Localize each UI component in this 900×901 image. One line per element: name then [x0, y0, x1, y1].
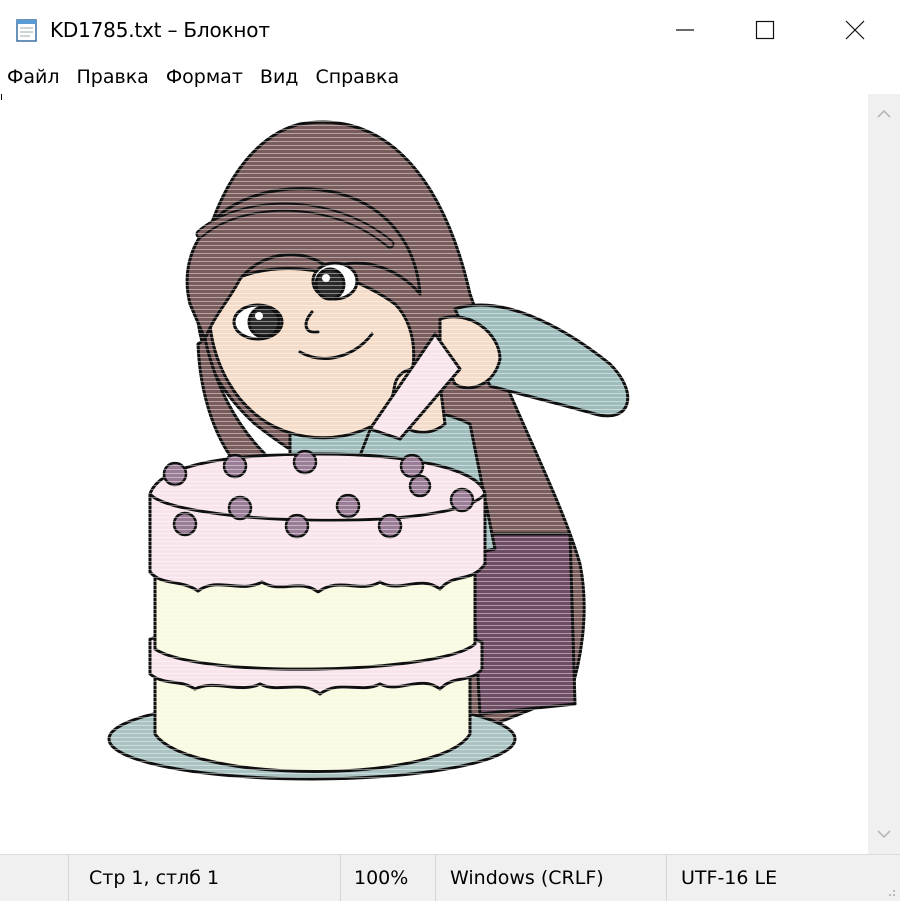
status-separator — [340, 855, 341, 901]
notepad-icon — [16, 19, 37, 42]
cursor-position: Стр 1, стлб 1 — [89, 867, 220, 889]
status-separator — [435, 855, 436, 901]
encoding: UTF-16 LE — [681, 867, 778, 889]
menu-edit[interactable]: Правка — [68, 61, 157, 93]
scroll-down-button[interactable] — [868, 814, 900, 854]
resize-grip-icon[interactable] — [882, 883, 896, 897]
status-separator — [68, 855, 69, 901]
close-icon — [845, 20, 865, 40]
menu-file[interactable]: Файл — [0, 61, 68, 93]
text-editor-area[interactable] — [0, 94, 868, 854]
window-title: KD1785.txt – Блокнот — [50, 18, 270, 42]
menu-help[interactable]: Справка — [306, 61, 407, 93]
chevron-down-icon — [877, 830, 891, 839]
title-bar[interactable]: KD1785.txt – Блокнот — [0, 0, 900, 60]
chevron-up-icon — [877, 109, 891, 118]
menu-bar: Файл Правка Формат Вид Справка — [0, 60, 900, 94]
maximize-button[interactable] — [720, 0, 810, 60]
status-separator — [666, 855, 667, 901]
minimize-icon — [676, 29, 694, 31]
cake-girl-illustration — [100, 114, 660, 814]
menu-view[interactable]: Вид — [251, 61, 307, 93]
status-bar: Стр 1, стлб 1 100% Windows (CRLF) UTF-16… — [0, 854, 900, 901]
menu-format[interactable]: Формат — [157, 61, 251, 93]
notepad-window: KD1785.txt – Блокнот Файл Правка Формат … — [0, 0, 900, 901]
text-caret — [1, 94, 2, 100]
maximize-icon — [755, 20, 775, 40]
zoom-level: 100% — [354, 867, 409, 889]
close-button[interactable] — [810, 0, 900, 60]
minimize-button[interactable] — [640, 0, 730, 60]
line-endings: Windows (CRLF) — [450, 867, 604, 889]
vertical-scrollbar[interactable] — [868, 94, 900, 854]
scroll-up-button[interactable] — [868, 94, 900, 134]
